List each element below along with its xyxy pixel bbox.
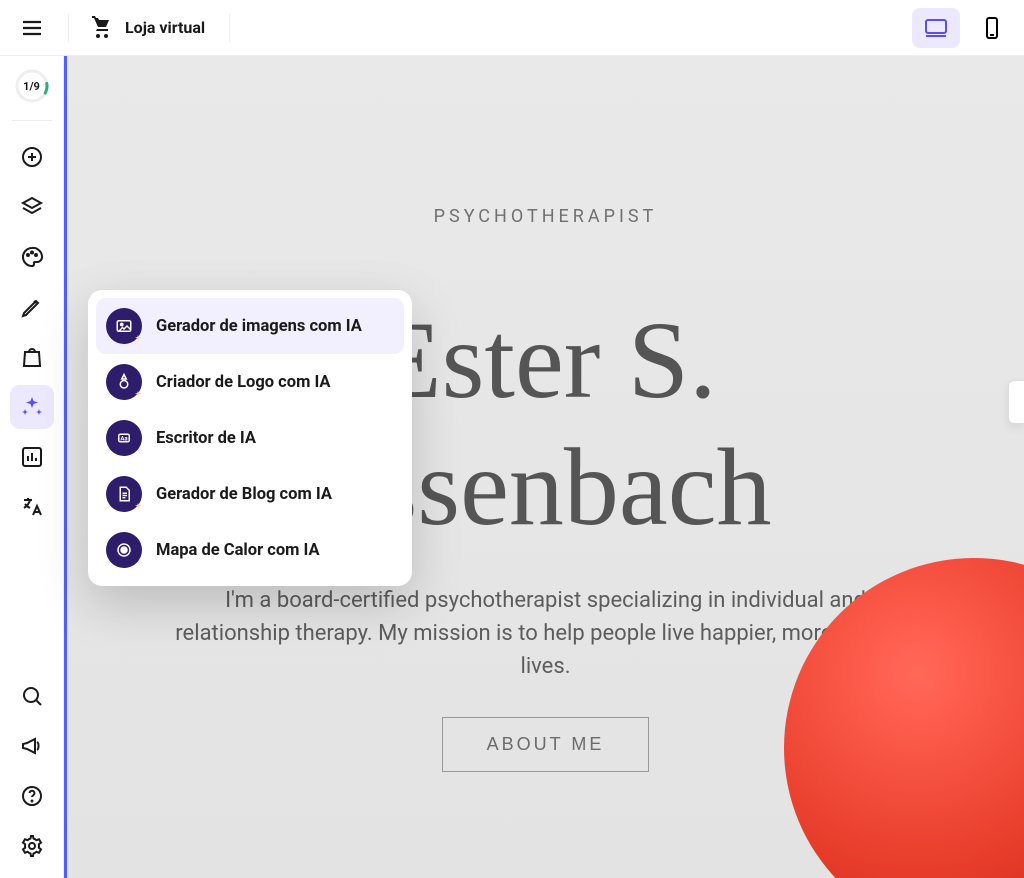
hero-title-line1: Ester S. (374, 299, 716, 421)
ai-menu-item-label: Criador de Logo com IA (156, 373, 331, 392)
left-sidebar: 1/9 (0, 56, 64, 878)
ai-menu-item-label: Mapa de Calor com IA (156, 541, 320, 560)
hamburger-icon (20, 16, 44, 40)
sidebar-add-section-button[interactable] (10, 135, 54, 179)
topbar: Loja virtual (0, 0, 1024, 56)
topbar-right (912, 8, 1016, 48)
blog-generator-icon (106, 476, 142, 512)
sidebar-edit-button[interactable] (10, 285, 54, 329)
sidebar-help-button[interactable] (10, 774, 54, 818)
mobile-view-button[interactable] (968, 8, 1016, 48)
sidebar-layers-button[interactable] (10, 185, 54, 229)
desktop-view-button[interactable] (912, 8, 960, 48)
search-icon (20, 684, 44, 708)
layers-icon (20, 195, 44, 219)
sidebar-styles-button[interactable] (10, 235, 54, 279)
hero-eyebrow[interactable]: PSYCHOTHERAPIST (67, 206, 1024, 227)
sidebar-settings-button[interactable] (10, 824, 54, 868)
sidebar-store-button[interactable] (10, 335, 54, 379)
progress-label: 1/9 (12, 66, 52, 106)
ai-menu-item-label: Gerador de imagens com IA (156, 317, 362, 336)
mobile-icon (980, 16, 1004, 40)
sidebar-ai-tools-button[interactable] (10, 385, 54, 429)
about-me-button[interactable]: ABOUT ME (442, 717, 650, 772)
ai-menu-item-blog-generator[interactable]: Gerador de Blog com IA (96, 466, 404, 522)
plus-circle-icon (20, 145, 44, 169)
gear-icon (20, 834, 44, 858)
setup-progress-indicator[interactable]: 1/9 (12, 66, 52, 106)
cart-icon (89, 16, 113, 40)
ai-menu-item-image-generator[interactable]: Gerador de imagens com IA (96, 298, 404, 354)
hero-description[interactable]: I'm a board-certified psychotherapist sp… (166, 584, 926, 683)
ai-writer-icon: Aa (106, 420, 142, 456)
pencil-icon (20, 295, 44, 319)
ai-menu-item-logo-creator[interactable]: Criador de Logo com IA (96, 354, 404, 410)
ai-menu-item-writer[interactable]: Aa Escritor de IA (96, 410, 404, 466)
image-generator-icon (106, 308, 142, 344)
sidebar-search-button[interactable] (10, 674, 54, 718)
palette-icon (20, 245, 44, 269)
heatmap-icon (106, 532, 142, 568)
logo-creator-icon (106, 364, 142, 400)
help-circle-icon (20, 784, 44, 808)
bar-chart-icon (20, 445, 44, 469)
sidebar-analytics-button[interactable] (10, 435, 54, 479)
translate-icon (20, 495, 44, 519)
sidebar-language-button[interactable] (10, 485, 54, 529)
megaphone-icon (20, 734, 44, 758)
store-name-label: Loja virtual (125, 18, 205, 37)
sparkles-icon (20, 395, 44, 419)
ai-menu-item-label: Gerador de Blog com IA (156, 485, 332, 504)
ai-menu-item-heatmap[interactable]: Mapa de Calor com IA (96, 522, 404, 578)
divider (229, 14, 230, 42)
ai-tools-menu: Gerador de imagens com IA Criador de Log… (88, 290, 412, 586)
svg-text:Aa: Aa (120, 435, 128, 442)
topbar-left: Loja virtual (8, 4, 230, 52)
store-selector[interactable]: Loja virtual (77, 16, 217, 40)
sidebar-announce-button[interactable] (10, 724, 54, 768)
shopping-bag-icon (20, 345, 44, 369)
desktop-icon (924, 16, 948, 40)
divider (68, 14, 69, 42)
hamburger-menu-button[interactable] (8, 4, 56, 52)
divider (12, 120, 52, 121)
ai-menu-item-label: Escritor de IA (156, 429, 256, 448)
